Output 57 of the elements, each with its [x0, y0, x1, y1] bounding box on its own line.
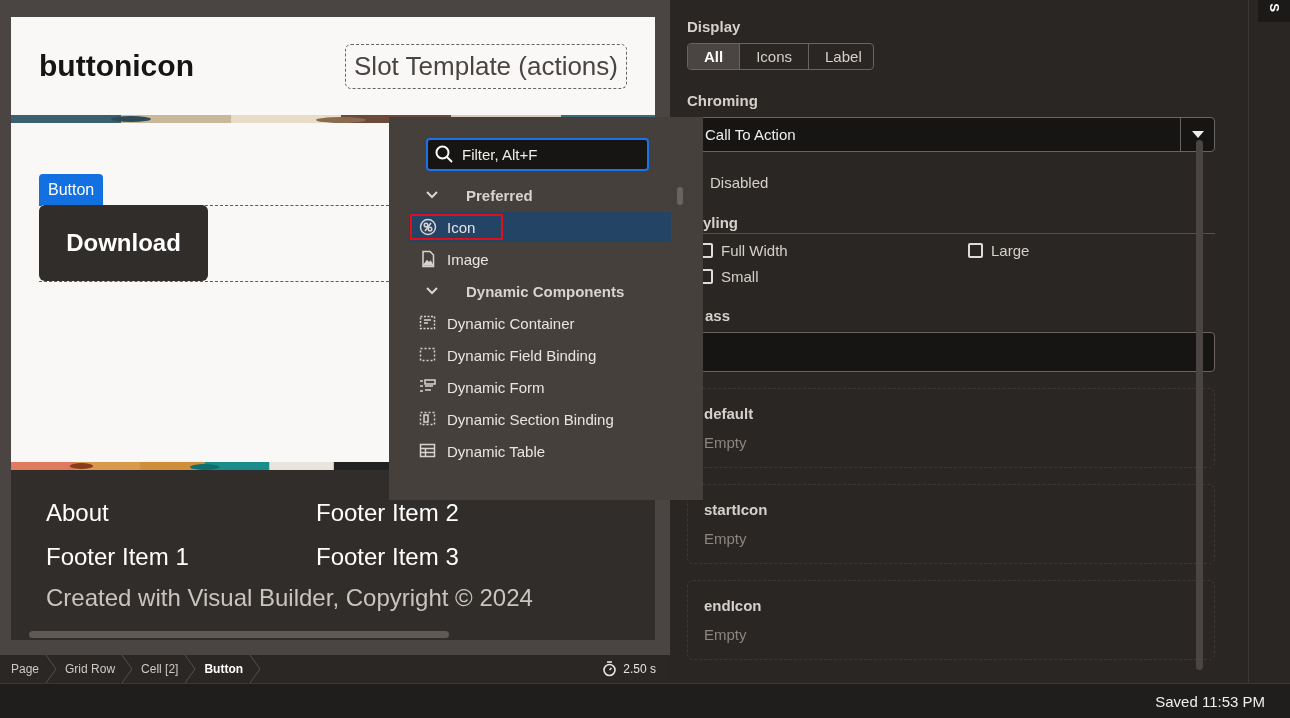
footer-link[interactable]: About	[46, 498, 316, 528]
footer-link[interactable]: Footer Item 1	[46, 542, 316, 572]
checkbox-label: Large	[991, 242, 1030, 259]
side-tab[interactable]: S	[1258, 0, 1290, 22]
display-option[interactable]: All	[688, 44, 741, 69]
slot-name: startIcon	[704, 501, 769, 518]
footer-link[interactable]: Footer Item 2	[316, 498, 586, 528]
footer-link[interactable]: Footer Item 3	[316, 542, 586, 572]
chevron-icon	[426, 191, 438, 199]
palette-item[interactable]: Dynamic Form	[409, 372, 671, 402]
checkbox[interactable]	[968, 243, 983, 258]
display-option[interactable]: Icons	[740, 44, 810, 69]
copyright-text: Created with Visual Builder, Copyright © 2024	[46, 584, 534, 612]
palette-item[interactable]: Icon	[409, 212, 671, 242]
container-icon	[419, 314, 437, 332]
display-option[interactable]: Label	[809, 44, 873, 69]
chevron-icon	[426, 287, 438, 295]
scrollbar[interactable]	[1196, 140, 1203, 670]
slot-name: endIcon	[704, 597, 763, 614]
page-title: buttonicon	[39, 49, 194, 83]
breadcrumb[interactable]: Cell [2]	[141, 662, 179, 676]
slot-content: Empty	[704, 530, 748, 547]
search-icon	[435, 145, 453, 163]
timer-value: 2.50 s	[623, 662, 656, 676]
save-status: Saved 11:53 PM	[1155, 692, 1265, 710]
class-label: ass	[704, 307, 732, 324]
group-header[interactable]: Dynamic Components	[409, 275, 673, 307]
image-icon	[419, 250, 437, 268]
palette-item[interactable]: Dynamic Table	[409, 436, 671, 466]
breadcrumb[interactable]: Grid Row	[65, 662, 116, 676]
scrollbar[interactable]	[677, 187, 683, 205]
checkbox-label: Full Width	[721, 242, 788, 259]
slot-name: default	[704, 405, 755, 422]
palette-item[interactable]: Image	[409, 244, 671, 274]
palette-item[interactable]: Dynamic Field Binding	[409, 340, 671, 370]
caret-icon	[1191, 131, 1204, 138]
group-header[interactable]: Preferred	[409, 179, 673, 211]
section-icon	[419, 410, 437, 428]
breadcrumb[interactable]: Page	[11, 662, 40, 676]
filter-field[interactable]: Filter, Alt+F	[426, 138, 649, 171]
dashed-box-icon	[419, 346, 437, 364]
component-tag: Button	[39, 174, 104, 205]
scrollbar[interactable]	[29, 631, 449, 638]
palette-item[interactable]: Dynamic Container	[409, 308, 671, 338]
download-button[interactable]: Download	[39, 205, 208, 281]
disabled-label: Disabled	[710, 174, 769, 191]
slot-template[interactable]: Slot Template (actions)	[345, 43, 627, 89]
styling-label: yling	[703, 214, 739, 231]
palette-item[interactable]: Dynamic Section Binding	[409, 404, 671, 434]
slot-content: Empty	[704, 626, 748, 643]
table-icon	[419, 442, 437, 460]
slot-content: Empty	[704, 434, 748, 451]
timer-icon	[602, 661, 618, 677]
display-label: Display	[687, 18, 742, 35]
breadcrumb[interactable]: Button	[204, 662, 244, 676]
chroming-label: Chroming	[687, 92, 759, 109]
checkbox-label: Small	[721, 268, 759, 285]
